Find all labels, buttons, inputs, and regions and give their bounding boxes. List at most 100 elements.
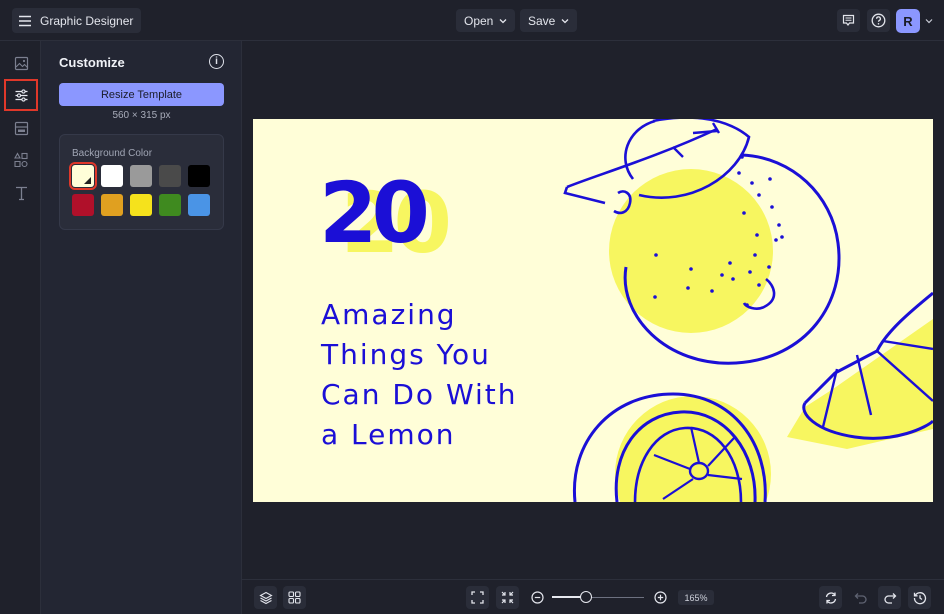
text-icon — [15, 186, 27, 201]
lemon-dot — [748, 270, 752, 274]
tool-rail — [0, 41, 41, 614]
template-dimensions: 560 × 315 px — [112, 110, 171, 121]
rail-item-text[interactable] — [4, 177, 38, 209]
number-heading: 20 — [319, 164, 430, 262]
zoom-slider-thumb[interactable] — [580, 591, 593, 603]
save-label: Save — [528, 13, 556, 28]
headline-line: Can Do With — [321, 378, 518, 411]
expand-icon — [471, 591, 484, 604]
redo-icon — [883, 592, 896, 604]
refresh-button[interactable] — [819, 586, 842, 609]
undo-button[interactable] — [849, 586, 872, 609]
customize-panel: Customize i Resize Template 560 × 315 px… — [41, 41, 242, 614]
info-icon[interactable]: i — [209, 54, 224, 69]
rail-item-image[interactable] — [4, 47, 38, 79]
background-color-section: Background Color — [59, 134, 224, 230]
redo-button[interactable] — [878, 586, 901, 609]
lemon-dot — [755, 233, 759, 237]
headline-text: Amazing Things You Can Do With a Lemon — [321, 295, 518, 455]
color-swatch[interactable] — [159, 165, 181, 187]
hamburger-icon — [19, 15, 31, 26]
lemon-dot — [774, 238, 778, 242]
lemon-dot — [728, 261, 732, 265]
zoom-out-button[interactable] — [526, 586, 549, 609]
headline-line: Amazing — [321, 298, 457, 331]
fit-screen-button[interactable] — [466, 586, 489, 609]
rail-item-customize[interactable] — [4, 79, 38, 111]
lemon-dot — [770, 205, 774, 209]
app-menu-button[interactable]: Graphic Designer — [12, 8, 142, 33]
lemon-dot — [757, 193, 761, 197]
grid-icon — [288, 591, 301, 604]
lemon-dot — [710, 289, 714, 293]
lemon-dot — [753, 253, 757, 257]
lemon-dot — [689, 267, 693, 271]
rail-item-elements[interactable] — [4, 144, 38, 176]
headline-line: a Lemon — [321, 418, 456, 451]
zoom-in-button[interactable] — [649, 586, 672, 609]
app-title: Graphic Designer — [40, 13, 134, 28]
history-icon — [913, 591, 926, 604]
color-swatch[interactable] — [101, 165, 123, 187]
lemon-dot — [768, 177, 772, 181]
comment-icon — [842, 14, 855, 26]
lemon-dot — [757, 283, 761, 287]
background-color-label: Background Color — [72, 148, 153, 159]
rail-item-layout[interactable] — [4, 112, 38, 144]
image-icon — [14, 56, 28, 70]
shrink-button[interactable] — [496, 586, 519, 609]
lemon-dot — [720, 273, 724, 277]
grid-view-button[interactable] — [283, 586, 306, 609]
lemon-dot — [767, 265, 771, 269]
open-button[interactable]: Open — [456, 9, 516, 32]
sliders-icon — [15, 88, 27, 102]
color-swatch[interactable] — [72, 194, 94, 216]
user-avatar[interactable]: R — [896, 9, 920, 33]
bottom-toolbar: 165% — [242, 579, 944, 614]
undo-icon — [854, 592, 867, 604]
refresh-icon — [825, 591, 836, 604]
chevron-down-icon[interactable] — [925, 18, 933, 24]
help-circle-icon — [871, 13, 886, 28]
lemon-dot — [745, 303, 749, 307]
shapes-icon — [14, 152, 28, 168]
lemon-dot — [740, 155, 744, 159]
resize-template-button[interactable]: Resize Template — [59, 83, 224, 106]
feedback-button[interactable] — [837, 9, 860, 32]
color-swatch[interactable] — [188, 165, 210, 187]
lemon-dot — [780, 235, 784, 239]
lemon-dot — [777, 223, 781, 227]
history-button[interactable] — [908, 586, 931, 609]
chevron-down-icon — [561, 18, 569, 23]
lemon-dot — [731, 277, 735, 281]
color-swatch[interactable] — [130, 194, 152, 216]
zoom-out-icon — [531, 591, 544, 604]
lemon-dot — [737, 171, 741, 175]
color-swatch[interactable] — [130, 165, 152, 187]
lemon-dot — [653, 295, 657, 299]
design-canvas[interactable]: 20 20 Amazing Things You Can Do With a L… — [253, 119, 933, 502]
lemon-dot — [742, 211, 746, 215]
shrink-icon — [501, 591, 514, 604]
save-button[interactable]: Save — [520, 9, 578, 32]
color-swatch[interactable] — [69, 162, 97, 190]
layout-icon — [14, 121, 28, 135]
open-label: Open — [464, 13, 494, 28]
layers-icon — [258, 591, 273, 604]
lemon-dot — [750, 181, 754, 185]
color-swatch[interactable] — [188, 194, 210, 216]
selected-corner-icon — [84, 177, 91, 184]
zoom-level-value[interactable]: 165% — [678, 590, 714, 605]
help-button[interactable] — [867, 9, 890, 32]
color-swatch[interactable] — [159, 194, 181, 216]
layers-button[interactable] — [254, 586, 277, 609]
top-bar: Graphic Designer Open Save R — [0, 0, 944, 41]
lemon-dot — [686, 286, 690, 290]
panel-title: Customize — [59, 55, 125, 70]
canvas-stage: 20 20 Amazing Things You Can Do With a L… — [242, 41, 944, 579]
chevron-down-icon — [499, 18, 507, 23]
lemon-dot — [654, 253, 658, 257]
zoom-in-icon — [654, 591, 667, 604]
headline-line: Things You — [321, 338, 491, 371]
color-swatch[interactable] — [101, 194, 123, 216]
